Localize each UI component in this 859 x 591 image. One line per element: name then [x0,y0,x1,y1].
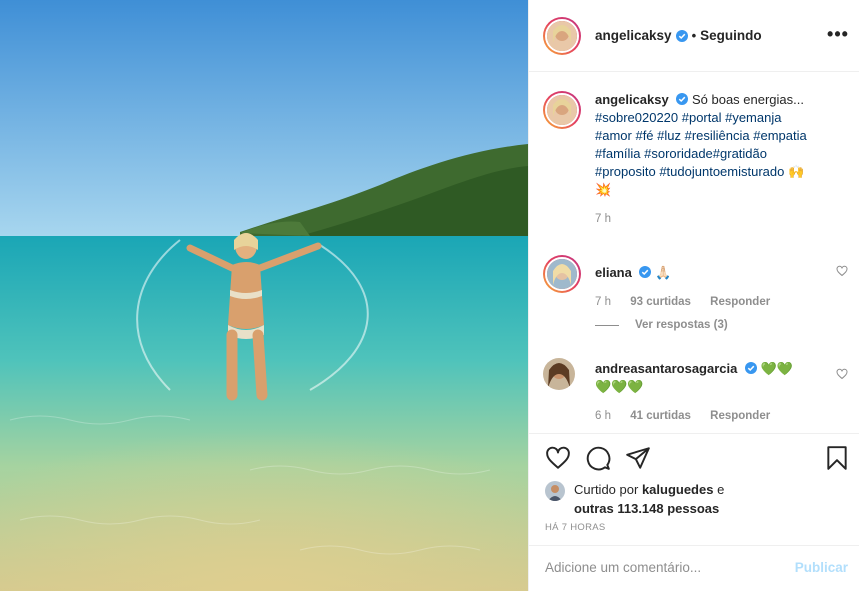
caption-meta: 7 h [595,213,848,225]
caption-emoji: 🙌 [787,164,805,179]
post-timestamp[interactable]: HÁ 7 HORAS [545,522,606,533]
comment-body: 💚💚 [760,361,793,376]
hashtags[interactable]: #proposito #tudojuntoemisturado [595,164,784,179]
comment-meta: 7 h 93 curtidas Responder [595,296,848,308]
caption-body: Só boas energias... [691,92,804,107]
hashtags[interactable]: #sobre020220 #portal #yemanja [595,110,781,125]
author-username[interactable]: angelicaksy [595,28,672,43]
reply-button[interactable]: Responder [710,296,770,308]
comment-body: 🙏🏻 [655,265,672,280]
comment-box: Publicar [529,545,859,591]
heart-icon[interactable] [545,445,571,471]
likes-summary: Curtido por kaluguedes e outras 113.148 … [545,480,724,518]
verified-icon [676,93,689,105]
comment-username[interactable]: andreasantarosagarcia [595,361,737,376]
comment-item: eliana 🙏🏻 7 h 93 curtidas Responder [543,255,848,308]
caption: angelicaksy Só boas energias... #sobre02… [543,91,848,225]
share-icon[interactable] [625,445,651,471]
caption-text: angelicaksy Só boas energias... #sobre02… [595,91,848,199]
comment-body: 💚💚💚 [595,379,644,394]
likes-count[interactable]: outras 113.148 pessoas [574,501,719,516]
comment-avatar[interactable] [543,255,581,293]
comment-text: eliana 🙏🏻 [595,255,848,282]
comment-likes[interactable]: 41 curtidas [630,410,691,422]
post-photo[interactable] [0,0,528,591]
verified-icon [675,29,688,42]
caption-username[interactable]: angelicaksy [595,92,669,107]
comments-list: angelicaksy Só boas energias... #sobre02… [529,73,859,433]
hashtags[interactable]: #amor #fé #luz #resiliência #empatia [595,128,807,143]
following-button[interactable]: Seguindo [700,28,762,43]
liker-avatar[interactable] [545,481,565,501]
beach-photo-illustration [0,0,528,591]
comment-icon[interactable] [585,445,611,471]
comment-item: andreasantarosagarcia 💚💚 💚💚💚 6 h 41 curt… [543,358,848,422]
comment-time[interactable]: 7 h [595,296,611,308]
more-icon[interactable]: ••• [827,24,848,44]
view-replies-label: Ver respostas (3) [635,319,728,331]
comment-heart-icon[interactable] [836,368,848,380]
caption-time[interactable]: 7 h [595,213,611,225]
comment-time[interactable]: 6 h [595,410,611,422]
likes-prefix: Curtido por [574,482,639,497]
comment-heart-icon[interactable] [836,265,848,277]
separator-dot: • [691,28,697,43]
comment-username[interactable]: eliana [595,265,632,280]
view-replies-button[interactable]: Ver respostas (3) [595,319,728,331]
comment-avatar[interactable] [543,358,581,396]
verified-icon [639,266,652,278]
bookmark-icon[interactable] [824,445,850,471]
comment-meta: 6 h 41 curtidas Responder [595,410,848,422]
likes-connector: e [717,482,725,497]
comment-text: andreasantarosagarcia 💚💚 💚💚💚 [595,358,848,396]
post-header: angelicaksy • Seguindo ••• [529,0,859,72]
publish-button[interactable]: Publicar [795,560,848,575]
likes-text: Curtido por kaluguedes e outras 113.148 … [574,480,724,518]
author-avatar[interactable] [543,16,581,55]
comment-likes[interactable]: 93 curtidas [630,296,691,308]
author-avatar-image [545,18,579,53]
post-panel: angelicaksy • Seguindo ••• angelicaksy S… [528,0,859,591]
caption-emoji: 💥 [595,182,612,197]
comment-input[interactable] [545,560,775,575]
action-bar [529,433,859,481]
liker-username[interactable]: kaluguedes [642,482,714,497]
hashtags[interactable]: #família #sororidade#gratidão [595,146,767,161]
verified-icon [744,362,757,374]
caption-avatar[interactable] [543,91,581,129]
reply-button[interactable]: Responder [710,410,770,422]
replies-divider [595,324,619,326]
